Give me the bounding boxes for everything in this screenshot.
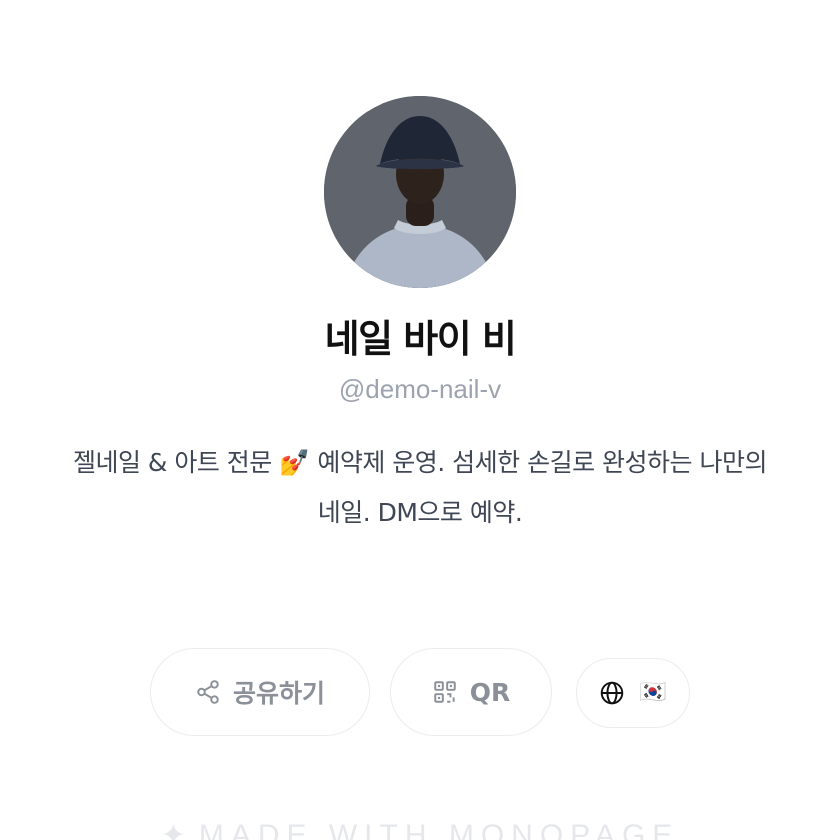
qr-label: QR — [469, 677, 511, 707]
bio-line: 젤네일 & 아트 전문 💅 예약제 운영. 섬세한 손길로 완성하는 나만의 — [72, 448, 768, 477]
footer-text: MADE WITH MONOPAGE — [198, 819, 680, 840]
profile-bio: 젤네일 & 아트 전문 💅 예약제 운영. 섬세한 손길로 완성하는 나만의 네… — [40, 438, 800, 538]
sparkle-icon: ✦ — [160, 819, 193, 840]
qr-code-icon — [432, 679, 458, 705]
profile-name: 네일 바이 비 — [324, 317, 517, 361]
profile-avatar — [324, 96, 516, 288]
qr-button[interactable]: QR — [390, 648, 552, 736]
share-icon — [195, 679, 221, 705]
avatar-image — [324, 96, 516, 288]
profile-handle: @demo-nail-v — [338, 374, 502, 404]
language-button[interactable]: 🇰🇷 — [576, 658, 690, 728]
share-button[interactable]: 공유하기 — [150, 648, 370, 736]
bio-line: 네일. DM으로 예약. — [317, 498, 523, 527]
footer-branding[interactable]: ✦ MADE WITH MONOPAGE — [0, 818, 840, 840]
globe-icon — [599, 680, 625, 706]
language-flag: 🇰🇷 — [639, 680, 667, 705]
share-label: 공유하기 — [232, 679, 325, 708]
